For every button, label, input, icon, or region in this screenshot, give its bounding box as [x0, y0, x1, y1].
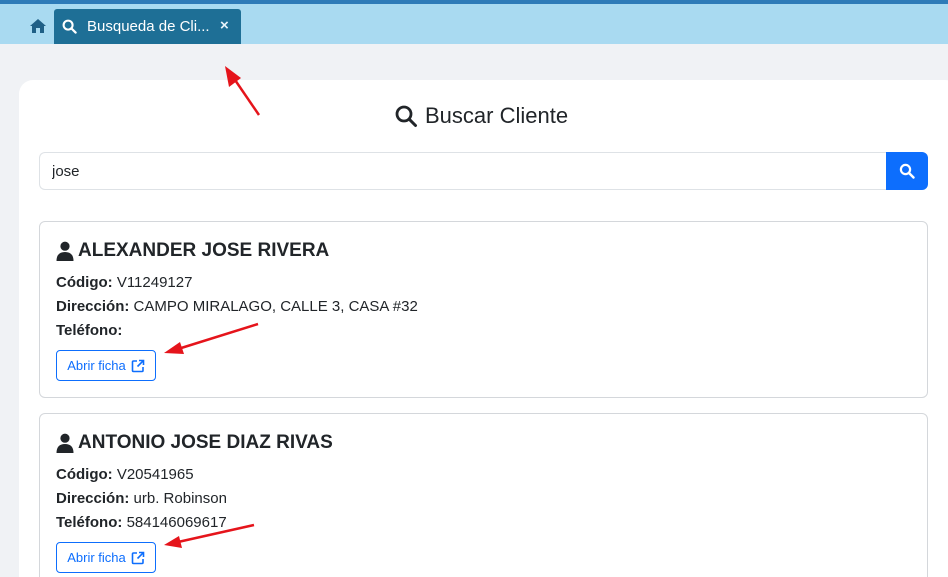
close-tab-icon[interactable]: ×: [220, 17, 229, 34]
search-input[interactable]: [39, 152, 887, 190]
tab-busqueda-cliente[interactable]: Busqueda de Cli... ×: [54, 9, 241, 44]
tab-bar: Busqueda de Cli... ×: [0, 4, 948, 44]
client-name-row: ALEXANDER JOSE RIVERA: [56, 240, 329, 262]
client-card: ANTONIO JOSE DIAZ RIVAS Código: V2054196…: [39, 413, 928, 577]
page-title: Buscar Cliente: [425, 103, 569, 128]
client-address: Dirección: urb. Robinson: [56, 490, 227, 507]
user-icon: [56, 433, 74, 453]
client-card: ALEXANDER JOSE RIVERA Código: V11249127 …: [39, 221, 928, 398]
external-link-icon: [131, 359, 145, 372]
home-icon: [30, 19, 46, 33]
external-link-icon: [131, 551, 145, 564]
search-icon: [395, 105, 417, 127]
client-name: ANTONIO JOSE DIAZ RIVAS: [78, 432, 333, 453]
client-phone: Teléfono:: [56, 322, 123, 339]
client-phone: Teléfono: 584146069617: [56, 514, 227, 531]
user-icon: [56, 241, 74, 261]
client-name-row: ANTONIO JOSE DIAZ RIVAS: [56, 432, 333, 454]
open-record-button[interactable]: Abrir ficha: [56, 350, 156, 381]
client-code: Código: V20541965: [56, 466, 194, 483]
client-code: Código: V11249127: [56, 274, 193, 291]
tab-label: Busqueda de Cli...: [87, 18, 209, 35]
page-title-row: Buscar Cliente: [394, 102, 568, 130]
search-button[interactable]: [886, 152, 928, 190]
client-address: Dirección: CAMPO MIRALAGO, CALLE 3, CASA…: [56, 298, 418, 315]
open-record-button[interactable]: Abrir ficha: [56, 542, 156, 573]
home-button[interactable]: [27, 15, 49, 37]
search-icon: [899, 163, 915, 179]
client-name: ALEXANDER JOSE RIVERA: [78, 240, 330, 261]
search-icon: [62, 19, 77, 34]
